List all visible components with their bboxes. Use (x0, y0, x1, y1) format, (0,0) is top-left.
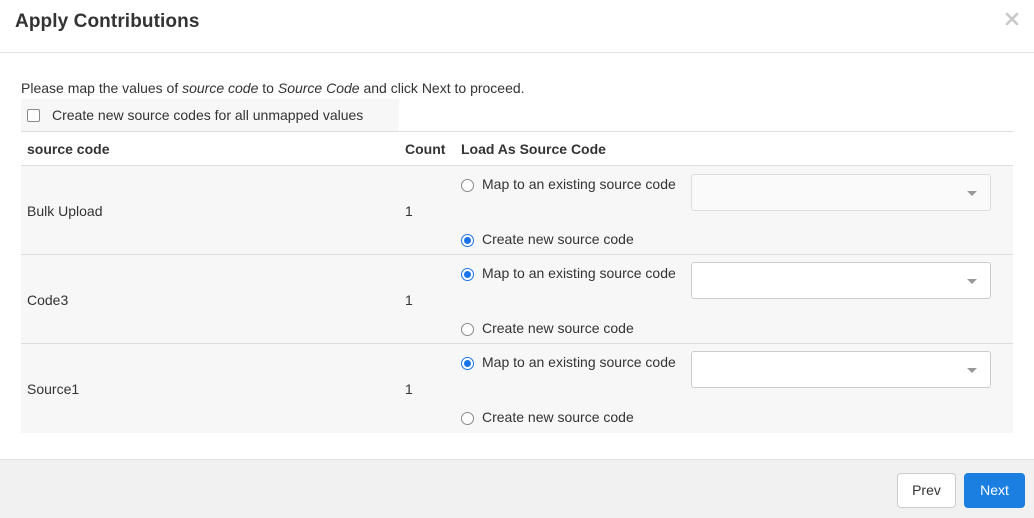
header-load-as: Load As Source Code (461, 141, 606, 157)
chevron-down-icon (967, 368, 977, 373)
create-new-radio[interactable] (461, 234, 474, 247)
header-count: Count (405, 141, 446, 157)
bulk-create-checkbox[interactable] (27, 109, 40, 122)
mapping-table: source code Count Load As Source Code Bu… (21, 131, 1013, 433)
prev-button[interactable]: Prev (897, 473, 956, 508)
create-new-label[interactable]: Create new source code (482, 409, 634, 425)
map-existing-radio[interactable] (461, 179, 474, 192)
source-field-name: source code (182, 80, 259, 96)
source-code-select[interactable] (691, 174, 991, 211)
chevron-down-icon (967, 191, 977, 196)
bulk-create-option[interactable]: Create new source codes for all unmapped… (21, 99, 399, 131)
next-button[interactable]: Next (964, 473, 1025, 508)
close-icon (1005, 12, 1019, 26)
map-existing-label[interactable]: Map to an existing source code (482, 265, 676, 281)
row-count: 1 (405, 292, 413, 308)
row-source-code: Source1 (27, 381, 80, 397)
create-new-radio[interactable] (461, 323, 474, 336)
modal-header: Apply Contributions (0, 0, 1034, 53)
bulk-create-label[interactable]: Create new source codes for all unmapped… (52, 107, 363, 123)
dialog-title: Apply Contributions (15, 11, 200, 32)
table-row: Code3 1 Map to an existing source code C… (21, 255, 1013, 344)
create-new-label[interactable]: Create new source code (482, 320, 634, 336)
chevron-down-icon (967, 279, 977, 284)
create-new-label[interactable]: Create new source code (482, 231, 634, 247)
map-existing-radio[interactable] (461, 357, 474, 370)
source-code-select[interactable] (691, 262, 991, 299)
header-source-code: source code (27, 141, 110, 157)
target-field-name: Source Code (277, 80, 360, 96)
map-existing-radio[interactable] (461, 268, 474, 281)
source-code-select[interactable] (691, 351, 991, 388)
table-row: Source1 1 Map to an existing source code… (21, 344, 1013, 433)
row-count: 1 (405, 381, 413, 397)
row-source-code: Code3 (27, 292, 69, 308)
create-new-radio[interactable] (461, 412, 474, 425)
table-row: Bulk Upload 1 Map to an existing source … (21, 166, 1013, 255)
map-existing-label[interactable]: Map to an existing source code (482, 354, 676, 370)
close-button[interactable] (1004, 11, 1022, 33)
row-source-code: Bulk Upload (27, 203, 103, 219)
map-existing-label[interactable]: Map to an existing source code (482, 176, 676, 192)
instructions-text: Please map the values of source code to … (21, 80, 525, 96)
modal-footer: Prev Next (0, 459, 1034, 518)
row-count: 1 (405, 203, 413, 219)
table-header: source code Count Load As Source Code (21, 131, 1013, 166)
